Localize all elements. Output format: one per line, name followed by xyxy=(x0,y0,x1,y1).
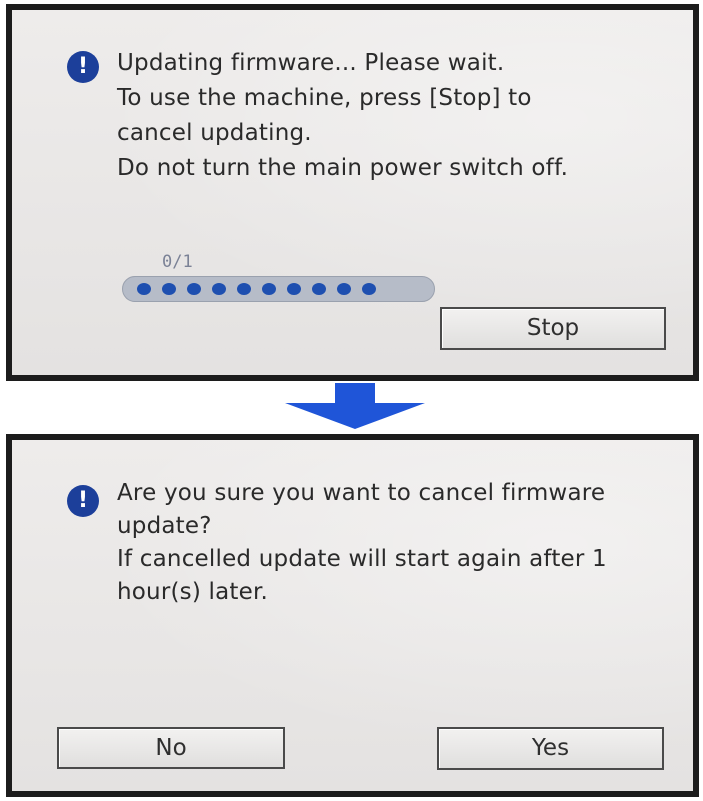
alert-icon: ! xyxy=(67,485,99,517)
progress-dot xyxy=(162,283,176,295)
progress-count: 0/1 xyxy=(162,252,193,272)
message-line-4: Do not turn the main power switch off. xyxy=(117,155,569,181)
no-button[interactable]: No xyxy=(57,727,285,769)
cancel-confirm-dialog: ! Are you sure you want to cancel firmwa… xyxy=(12,440,693,791)
message-line-1: Updating firmware... Please wait. xyxy=(117,50,505,76)
message-line-2: To use the machine, press [Stop] to xyxy=(117,85,532,111)
progress-dots xyxy=(137,283,376,295)
progress-dot xyxy=(137,283,151,295)
confirm-line-1: Are you sure you want to cancel firmware xyxy=(117,480,606,506)
progress-dot xyxy=(262,283,276,295)
progress-dot xyxy=(187,283,201,295)
down-arrow-icon xyxy=(285,383,425,429)
progress-bar xyxy=(122,276,435,302)
stop-button[interactable]: Stop xyxy=(440,307,666,350)
progress-dot xyxy=(362,283,376,295)
message-line-3: cancel updating. xyxy=(117,120,312,146)
alert-icon: ! xyxy=(67,51,99,83)
progress-dot xyxy=(312,283,326,295)
cancel-confirm-screen: ! Are you sure you want to cancel firmwa… xyxy=(6,434,699,797)
progress-dot xyxy=(237,283,251,295)
yes-button[interactable]: Yes xyxy=(437,727,664,770)
confirm-line-4: hour(s) later. xyxy=(117,579,269,605)
confirm-line-2: update? xyxy=(117,513,212,539)
confirm-line-3: If cancelled update will start again aft… xyxy=(117,546,607,572)
progress-dot xyxy=(212,283,226,295)
firmware-update-dialog: ! Updating firmware... Please wait. To u… xyxy=(12,10,693,375)
firmware-update-screen: ! Updating firmware... Please wait. To u… xyxy=(6,4,699,381)
progress-dot xyxy=(287,283,301,295)
progress-dot xyxy=(337,283,351,295)
